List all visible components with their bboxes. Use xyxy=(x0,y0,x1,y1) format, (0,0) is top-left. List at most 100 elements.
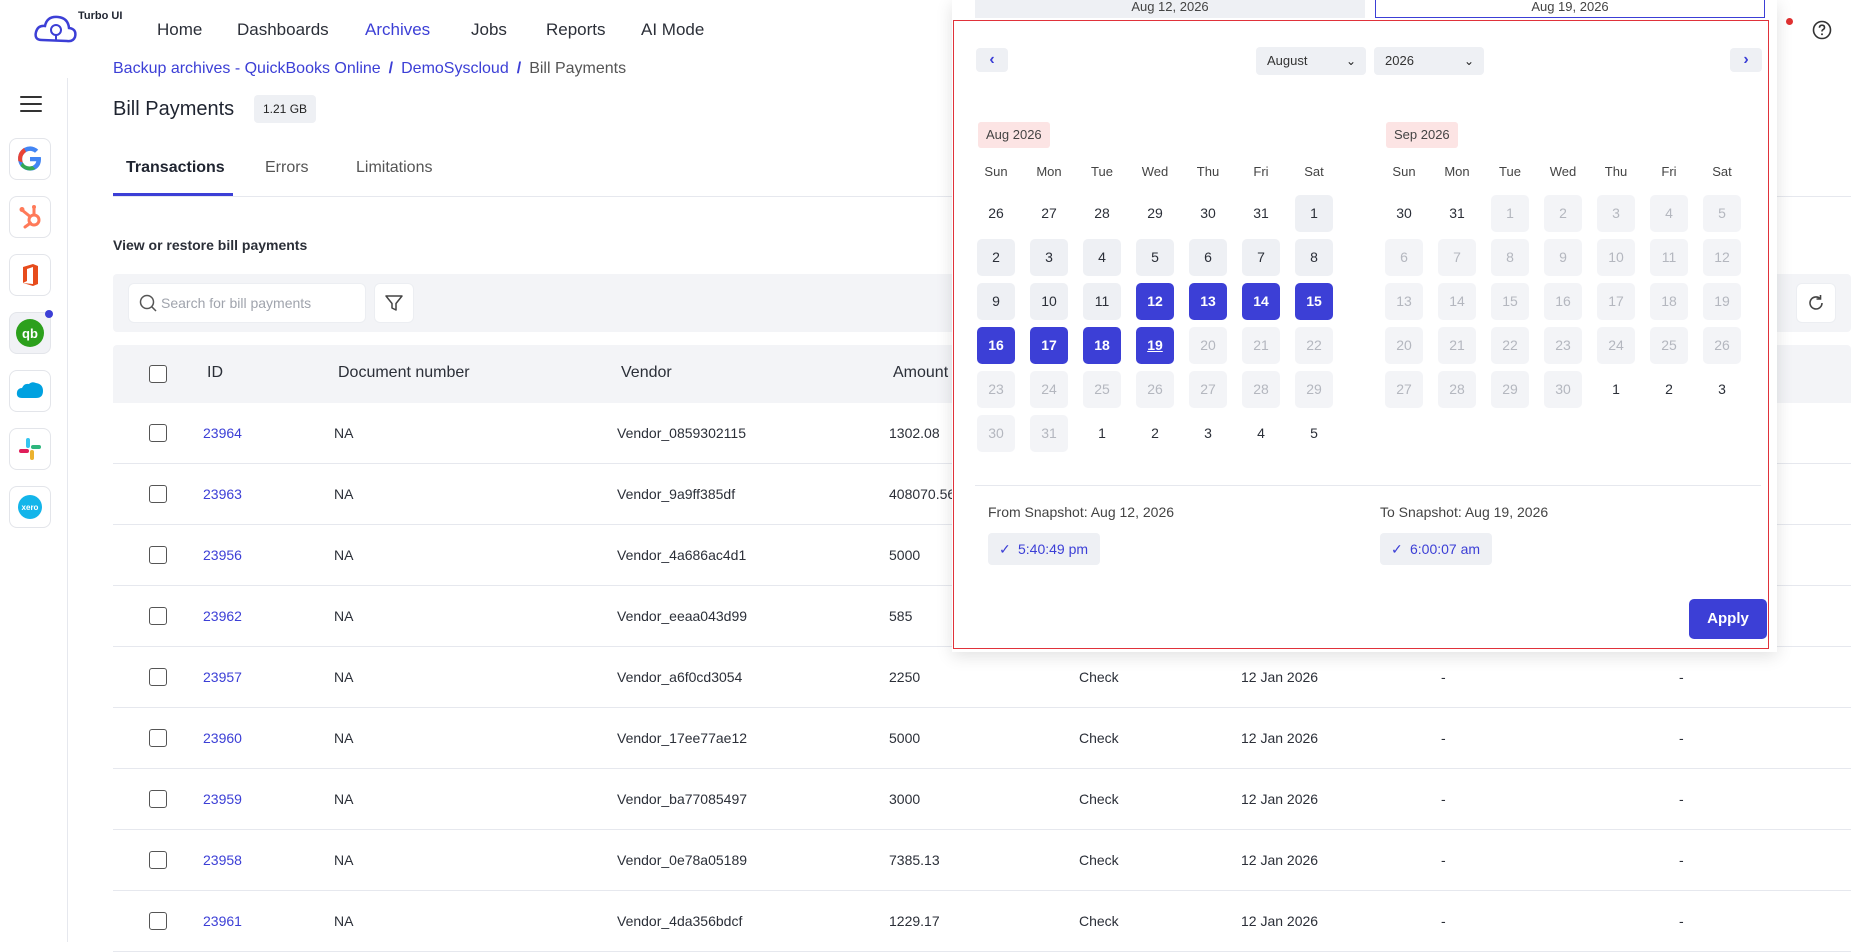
from-date-field[interactable]: Aug 12, 2026 xyxy=(975,0,1365,18)
row-id[interactable]: 23956 xyxy=(203,547,242,563)
calendar-day[interactable]: 11 xyxy=(1083,283,1121,320)
menu-icon[interactable] xyxy=(20,96,42,117)
table-row[interactable]: 23957 NA Vendor_a6f0cd3054 2250 Check 12 Jan … xyxy=(113,647,1851,708)
row-vendor: Vendor_0859302115 xyxy=(617,425,746,441)
calendar-day[interactable]: 5 xyxy=(1295,415,1333,452)
breadcrumb-backup-archives[interactable]: Backup archives - QuickBooks Online xyxy=(113,60,381,77)
to-time-chip[interactable]: ✓ 6:00:07 am xyxy=(1380,533,1493,565)
month-select[interactable]: August ⌄ xyxy=(1256,47,1366,75)
calendar-day[interactable]: 2 xyxy=(1650,371,1688,408)
row-col-7: - xyxy=(1441,730,1446,746)
row-col-8: - xyxy=(1679,852,1684,868)
breadcrumb-demosyscloud[interactable]: DemoSyscloud xyxy=(401,60,509,77)
row-id[interactable]: 23960 xyxy=(203,730,242,746)
google-app-icon[interactable] xyxy=(9,138,51,180)
calendar-day[interactable]: 28 xyxy=(1083,195,1121,232)
calendar-day[interactable]: 16 xyxy=(977,327,1015,364)
column-amount[interactable]: Amount xyxy=(893,364,948,382)
row-id[interactable]: 23959 xyxy=(203,791,242,807)
help-icon[interactable] xyxy=(1812,20,1832,40)
row-id[interactable]: 23962 xyxy=(203,608,242,624)
slack-app-icon[interactable] xyxy=(9,428,51,470)
calendar-day[interactable]: 13 xyxy=(1189,283,1227,320)
calendar-day[interactable]: 9 xyxy=(977,283,1015,320)
search-input[interactable] xyxy=(161,284,361,322)
apply-button[interactable]: Apply xyxy=(1689,599,1767,639)
calendar-day[interactable]: 31 xyxy=(1438,195,1476,232)
calendar-day[interactable]: 19 xyxy=(1136,327,1174,364)
tab-transactions[interactable]: Transactions xyxy=(126,159,225,177)
hubspot-app-icon[interactable] xyxy=(9,196,51,238)
row-checkbox[interactable] xyxy=(149,424,167,442)
row-checkbox[interactable] xyxy=(149,607,167,625)
calendar-day[interactable]: 31 xyxy=(1242,195,1280,232)
year-select[interactable]: 2026 ⌄ xyxy=(1374,47,1484,75)
column-vendor[interactable]: Vendor xyxy=(621,364,672,382)
calendar-day[interactable]: 4 xyxy=(1083,239,1121,276)
row-checkbox[interactable] xyxy=(149,790,167,808)
refresh-button[interactable] xyxy=(1796,283,1836,323)
nav-dashboards[interactable]: Dashboards xyxy=(237,20,329,40)
select-all-checkbox[interactable] xyxy=(149,365,167,383)
calendar-day[interactable]: 17 xyxy=(1030,327,1068,364)
calendar-day[interactable]: 1 xyxy=(1295,195,1333,232)
calendar-day[interactable]: 12 xyxy=(1136,283,1174,320)
calendar-day[interactable]: 30 xyxy=(1189,195,1227,232)
calendar-day[interactable]: 2 xyxy=(977,239,1015,276)
tab-limitations[interactable]: Limitations xyxy=(356,159,432,177)
left-month-label: Aug 2026 xyxy=(978,122,1050,148)
row-id[interactable]: 23958 xyxy=(203,852,242,868)
calendar-day[interactable]: 1 xyxy=(1083,415,1121,452)
calendar-day[interactable]: 2 xyxy=(1136,415,1174,452)
calendar-day[interactable]: 15 xyxy=(1295,283,1333,320)
calendar-day[interactable]: 18 xyxy=(1083,327,1121,364)
row-checkbox[interactable] xyxy=(149,851,167,869)
calendar-day[interactable]: 27 xyxy=(1030,195,1068,232)
calendar-day[interactable]: 3 xyxy=(1030,239,1068,276)
calendar-day[interactable]: 10 xyxy=(1030,283,1068,320)
row-checkbox[interactable] xyxy=(149,546,167,564)
column-id[interactable]: ID xyxy=(207,364,223,382)
office-app-icon[interactable] xyxy=(9,254,51,296)
filter-button[interactable] xyxy=(374,283,414,323)
table-row[interactable]: 23958 NA Vendor_0e78a05189 7385.13 Check 12 J… xyxy=(113,830,1851,891)
calendar-day[interactable]: 26 xyxy=(977,195,1015,232)
calendar-day[interactable]: 8 xyxy=(1295,239,1333,276)
calendar-day[interactable]: 3 xyxy=(1703,371,1741,408)
calendar-day[interactable]: 3 xyxy=(1189,415,1227,452)
quickbooks-app-icon[interactable]: qb xyxy=(9,310,53,354)
table-row[interactable]: 23961 NA Vendor_4da356bdcf 1229.17 Check 12 J… xyxy=(113,891,1851,952)
nav-jobs[interactable]: Jobs xyxy=(471,20,507,40)
prev-month-button[interactable]: ‹ xyxy=(976,48,1008,72)
salesforce-app-icon[interactable] xyxy=(9,370,51,412)
calendar-day[interactable]: 29 xyxy=(1136,195,1174,232)
next-month-button[interactable]: › xyxy=(1730,48,1762,72)
nav-archives[interactable]: Archives xyxy=(365,20,430,40)
calendar-day[interactable]: 14 xyxy=(1242,283,1280,320)
row-id[interactable]: 23961 xyxy=(203,913,242,929)
row-checkbox[interactable] xyxy=(149,485,167,503)
nav-ai-mode[interactable]: AI Mode xyxy=(641,20,704,40)
row-checkbox[interactable] xyxy=(149,912,167,930)
from-time-chip[interactable]: ✓ 5:40:49 pm xyxy=(988,533,1101,565)
tab-errors[interactable]: Errors xyxy=(265,159,309,177)
calendar-day[interactable]: 1 xyxy=(1597,371,1635,408)
row-checkbox[interactable] xyxy=(149,668,167,686)
calendar-day[interactable]: 7 xyxy=(1242,239,1280,276)
calendar-day[interactable]: 4 xyxy=(1242,415,1280,452)
row-id[interactable]: 23963 xyxy=(203,486,242,502)
calendar-day[interactable]: 6 xyxy=(1189,239,1227,276)
row-id[interactable]: 23957 xyxy=(203,669,242,685)
row-checkbox[interactable] xyxy=(149,729,167,747)
nav-reports[interactable]: Reports xyxy=(546,20,606,40)
column-document-number[interactable]: Document number xyxy=(338,364,470,382)
xero-app-icon[interactable]: xero xyxy=(9,486,51,528)
nav-home[interactable]: Home xyxy=(157,20,202,40)
row-id[interactable]: 23964 xyxy=(203,425,242,441)
table-row[interactable]: 23959 NA Vendor_ba77085497 3000 Check 12 Jan … xyxy=(113,769,1851,830)
table-row[interactable]: 23960 NA Vendor_17ee77ae12 5000 Check 12 Jan … xyxy=(113,708,1851,769)
calendar-day[interactable]: 30 xyxy=(1385,195,1423,232)
search-icon xyxy=(139,294,157,312)
calendar-day[interactable]: 5 xyxy=(1136,239,1174,276)
to-date-field[interactable]: Aug 19, 2026 xyxy=(1375,0,1765,18)
